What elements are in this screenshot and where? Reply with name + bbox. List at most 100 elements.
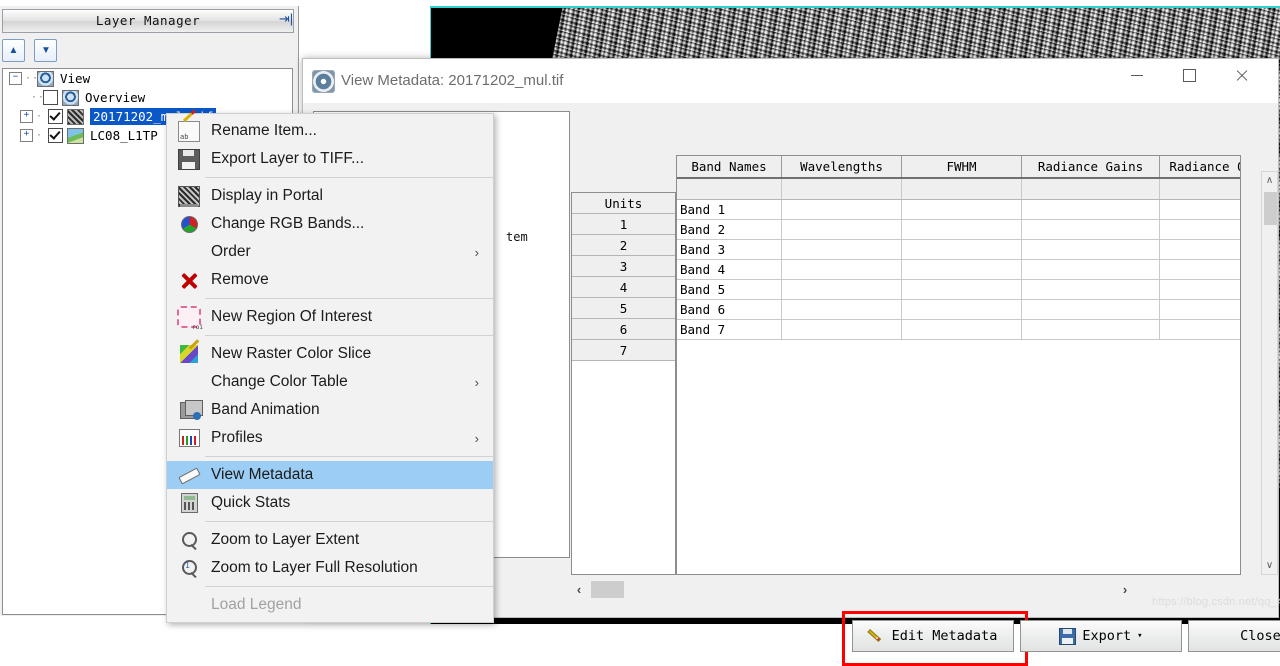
table-cell[interactable]: Band 3	[677, 240, 782, 260]
export-button[interactable]: Export ▾	[1020, 620, 1182, 652]
table-row-header-index[interactable]: 6	[572, 319, 675, 340]
table-column-header[interactable]: Radiance Off	[1160, 156, 1240, 177]
table-cell[interactable]: Band 6	[677, 300, 782, 320]
table-column-header[interactable]: Band Names	[677, 156, 782, 177]
tree-item-overview[interactable]: ·· Overview	[3, 88, 292, 107]
table-cell[interactable]	[1022, 200, 1160, 220]
table-vertical-scrollbar[interactable]: ∧ ∨	[1261, 171, 1278, 575]
table-cell[interactable]	[1160, 220, 1240, 240]
table-cell[interactable]	[902, 179, 1022, 199]
table-cell[interactable]	[1160, 260, 1240, 280]
table-row-header-units[interactable]: Units	[572, 193, 675, 214]
table-horizontal-scrollbar[interactable]: ‹ ›	[571, 579, 1134, 601]
scroll-right-icon[interactable]: ›	[1117, 581, 1133, 598]
menu-item-view-metadata[interactable]: View Metadata	[167, 461, 493, 489]
table-cell[interactable]	[902, 240, 1022, 260]
maximize-button[interactable]	[1166, 59, 1212, 91]
tree-twisty-icon[interactable]: −	[9, 72, 22, 85]
table-cell[interactable]	[902, 300, 1022, 320]
tree-twisty-icon[interactable]: +	[20, 110, 33, 123]
menu-item-zoom-to-layer-extent[interactable]: Zoom to Layer Extent	[167, 526, 493, 554]
menu-item-display-in-portal[interactable]: Display in Portal	[167, 182, 493, 210]
table-row-header-index[interactable]: 2	[572, 235, 675, 256]
table-cell[interactable]	[677, 179, 782, 199]
table-cell[interactable]	[1160, 300, 1240, 320]
table-cell[interactable]	[1022, 240, 1160, 260]
layer-visibility-checkbox[interactable]	[48, 109, 63, 124]
close-window-button[interactable]	[1218, 59, 1264, 91]
table-cell[interactable]	[902, 200, 1022, 220]
table-cell[interactable]	[1022, 300, 1160, 320]
table-cell[interactable]	[1160, 240, 1240, 260]
scroll-left-icon[interactable]: ‹	[571, 581, 587, 598]
layer-visibility-checkbox[interactable]	[43, 90, 58, 105]
scroll-down-icon[interactable]: ∨	[1262, 557, 1277, 574]
table-row-header-index[interactable]: 1	[572, 214, 675, 235]
table-cell[interactable]	[782, 240, 902, 260]
tree-item-view[interactable]: − ·· View	[3, 69, 292, 88]
scroll-up-icon[interactable]: ∧	[1262, 172, 1277, 189]
table-cell[interactable]: Band 1	[677, 200, 782, 220]
table-cell[interactable]: Band 5	[677, 280, 782, 300]
remove-x-icon	[167, 266, 211, 294]
menu-item-order[interactable]: Order ›	[167, 238, 493, 266]
table-column-header[interactable]: Radiance Gains	[1022, 156, 1160, 177]
table-cell[interactable]	[902, 320, 1022, 340]
menu-item-new-region-of-interest[interactable]: New Region Of Interest	[167, 303, 493, 331]
table-row-header-index[interactable]: 3	[572, 256, 675, 277]
table-cell[interactable]	[782, 220, 902, 240]
table-cell[interactable]: Band 2	[677, 220, 782, 240]
table-cell[interactable]	[1160, 280, 1240, 300]
move-layer-up-button[interactable]: ▲	[2, 39, 25, 62]
table-cell[interactable]	[1022, 320, 1160, 340]
menu-item-export-layer-to-tiff[interactable]: Export Layer to TIFF...	[167, 145, 493, 173]
menu-item-profiles[interactable]: Profiles ›	[167, 424, 493, 452]
table-cell[interactable]	[1022, 179, 1160, 199]
move-layer-down-button[interactable]: ▼	[34, 39, 58, 62]
table-cell[interactable]	[782, 260, 902, 280]
collapse-panel-icon[interactable]: ⇥|	[277, 10, 295, 28]
table-cell[interactable]	[782, 320, 902, 340]
edit-metadata-button[interactable]: Edit Metadata	[852, 620, 1014, 652]
table-cell[interactable]	[1022, 220, 1160, 240]
table-column-header[interactable]: Wavelengths	[782, 156, 902, 177]
table-cell[interactable]	[902, 280, 1022, 300]
table-cell[interactable]	[1160, 200, 1240, 220]
dialog-titlebar[interactable]: View Metadata: 20171202_mul.tif	[303, 59, 1278, 103]
table-cell[interactable]	[1160, 320, 1240, 340]
table-cell[interactable]	[1160, 179, 1240, 199]
menu-item-quick-stats[interactable]: Quick Stats	[167, 489, 493, 517]
table-cell[interactable]: Band 4	[677, 260, 782, 280]
vertical-scroll-thumb[interactable]	[1264, 192, 1277, 225]
table-cell[interactable]	[902, 260, 1022, 280]
menu-separator	[205, 456, 493, 457]
menu-item-change-color-table[interactable]: Change Color Table ›	[167, 368, 493, 396]
table-cell[interactable]	[782, 200, 902, 220]
table-row-header-index[interactable]: 5	[572, 298, 675, 319]
table-cell[interactable]	[902, 220, 1022, 240]
table-row-header-index[interactable]: 4	[572, 277, 675, 298]
menu-item-remove[interactable]: Remove	[167, 266, 493, 294]
table-grid[interactable]: Band Names Wavelengths FWHM Radiance Gains R…	[676, 155, 1241, 575]
table-cell[interactable]	[782, 280, 902, 300]
menu-item-zoom-to-layer-full-resolution[interactable]: 1 Zoom to Layer Full Resolution	[167, 554, 493, 582]
table-cell[interactable]	[1022, 280, 1160, 300]
table-cell[interactable]	[1022, 260, 1160, 280]
table-cell[interactable]: Band 7	[677, 320, 782, 340]
menu-item-new-raster-color-slice[interactable]: New Raster Color Slice	[167, 340, 493, 368]
tree-twisty-icon[interactable]: +	[20, 129, 33, 142]
menu-item-rename-item[interactable]: Rename Item...	[167, 117, 493, 145]
eye-icon	[62, 89, 79, 106]
layer-visibility-checkbox[interactable]	[48, 128, 63, 143]
menu-item-band-animation[interactable]: Band Animation	[167, 396, 493, 424]
table-cell[interactable]	[782, 179, 902, 199]
table-row-header-index[interactable]: 7	[572, 340, 675, 361]
close-button[interactable]: Close	[1188, 620, 1280, 652]
layer-context-menu[interactable]: Rename Item... Export Layer to TIFF... Dis…	[166, 113, 494, 623]
table-column-header[interactable]: FWHM	[902, 156, 1022, 177]
menu-item-label: Display in Portal	[211, 187, 323, 204]
minimize-button[interactable]	[1114, 59, 1160, 91]
horizontal-scroll-thumb[interactable]	[591, 581, 624, 598]
table-cell[interactable]	[782, 300, 902, 320]
menu-item-change-rgb-bands[interactable]: Change RGB Bands...	[167, 210, 493, 238]
